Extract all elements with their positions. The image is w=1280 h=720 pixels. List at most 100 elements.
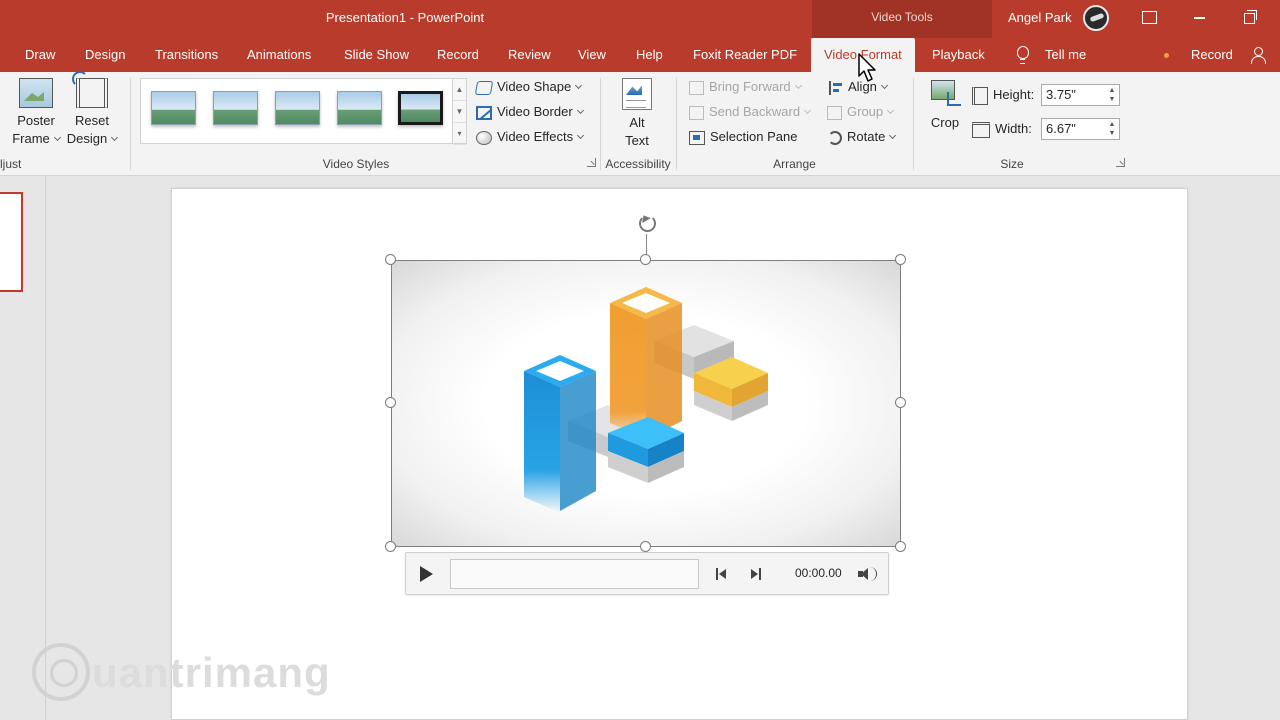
tab-help[interactable]: Help	[636, 38, 663, 72]
group-label-arrange: Arrange	[773, 157, 816, 171]
chevron-down-icon	[887, 106, 895, 115]
ribbon-display-options-icon[interactable]	[1141, 9, 1157, 25]
resize-handle-bottom-right[interactable]	[895, 541, 906, 552]
slide-thumbnail[interactable]	[0, 192, 23, 292]
corner-mark-icon: 2	[887, 263, 896, 280]
watermark-text: uantrimang	[92, 649, 331, 696]
title-bar: Presentation1 - PowerPoint Video Tools A…	[0, 0, 1280, 38]
gallery-down-icon[interactable]: ▼	[453, 101, 466, 123]
group-button[interactable]: Group	[827, 102, 895, 122]
spinner-arrows-icon[interactable]: ▲ ▼	[1107, 120, 1117, 138]
tab-design[interactable]: Design	[85, 38, 125, 72]
tab-review[interactable]: Review	[508, 38, 551, 72]
restore-icon[interactable]	[1242, 9, 1258, 25]
dialog-launcher-icon[interactable]	[1116, 158, 1125, 167]
height-label: Height:	[972, 85, 1034, 105]
video-border-button[interactable]: Video Border	[476, 102, 584, 122]
resize-handle-bottom-left[interactable]	[385, 541, 396, 552]
video-style-thumb[interactable]	[275, 91, 320, 125]
resize-handle-right[interactable]	[895, 397, 906, 408]
crop-button[interactable]: Crop	[924, 78, 966, 132]
group-label-adjust: ljust	[0, 157, 22, 171]
resize-handle-top-left[interactable]	[385, 254, 396, 265]
dialog-launcher-icon[interactable]	[587, 158, 596, 167]
bring-forward-button[interactable]: Bring Forward	[689, 77, 802, 97]
video-style-thumb[interactable]	[151, 91, 196, 125]
width-icon	[972, 121, 990, 138]
group-label-video-styles: Video Styles	[322, 157, 390, 171]
height-spinner[interactable]: 3.75" ▲ ▼	[1041, 84, 1120, 106]
selection-pane-button[interactable]: Selection Pane	[689, 127, 797, 147]
video-style-thumb[interactable]	[398, 91, 443, 125]
ribbon: Poster Frame Reset Design ljust ▲ ▼ ▾ Vi…	[0, 71, 1280, 176]
tab-view[interactable]: View	[578, 38, 606, 72]
play-icon[interactable]	[420, 566, 433, 582]
rotate-icon	[828, 130, 842, 145]
time-display: 00:00.00	[795, 566, 842, 580]
group-label-size: Size	[1000, 157, 1024, 171]
send-backward-button[interactable]: Send Backward	[689, 102, 812, 122]
video-border-icon	[476, 105, 492, 120]
alt-text-button[interactable]: Alt Text	[612, 78, 662, 150]
height-icon	[972, 86, 988, 105]
gallery-up-icon[interactable]: ▲	[453, 79, 466, 101]
rotate-handle-icon[interactable]	[636, 212, 658, 234]
watermark-logo-icon	[32, 643, 90, 701]
lightbulb-icon[interactable]	[1016, 46, 1030, 64]
resize-handle-bottom[interactable]	[640, 541, 651, 552]
tab-animations[interactable]: Animations	[247, 38, 311, 72]
width-label: Width:	[972, 119, 1032, 139]
group-separator	[130, 78, 131, 170]
reset-design-button[interactable]: Reset Design	[64, 71, 120, 148]
video-effects-button[interactable]: Video Effects	[476, 127, 585, 147]
resize-handle-top[interactable]	[640, 254, 651, 265]
video-frame[interactable]: 2	[391, 260, 901, 547]
tab-draw[interactable]: Draw	[25, 38, 55, 72]
alt-text-icon	[622, 78, 652, 110]
gallery-more-icon[interactable]: ▾	[453, 123, 466, 145]
record-button[interactable]: Record	[1191, 38, 1233, 72]
poster-frame-button[interactable]: Poster Frame	[8, 78, 64, 148]
send-backward-icon	[689, 105, 704, 120]
resize-handle-top-right[interactable]	[895, 254, 906, 265]
seek-bar[interactable]	[450, 559, 699, 589]
skip-forward-icon[interactable]	[751, 568, 761, 580]
align-icon	[829, 80, 843, 95]
selection-pane-icon	[689, 130, 705, 145]
poster-frame-icon	[19, 78, 53, 108]
tab-slide-show[interactable]: Slide Show	[344, 38, 409, 72]
chevron-down-icon	[53, 133, 61, 142]
tab-transitions[interactable]: Transitions	[155, 38, 218, 72]
tab-foxit-reader-pdf[interactable]: Foxit Reader PDF	[693, 38, 797, 72]
video-styles-gallery	[140, 78, 453, 144]
video-effects-icon	[476, 130, 492, 145]
chevron-down-icon	[889, 131, 897, 140]
video-shape-icon	[474, 80, 494, 95]
skip-back-icon[interactable]	[716, 568, 726, 580]
spinner-arrows-icon[interactable]: ▲ ▼	[1107, 86, 1117, 104]
user-name[interactable]: Angel Park	[1008, 10, 1072, 25]
share-person-icon[interactable]	[1250, 47, 1266, 64]
chevron-down-icon	[576, 106, 584, 115]
video-shape-button[interactable]: Video Shape	[474, 77, 583, 97]
context-tab-group-label: Video Tools	[812, 0, 992, 38]
bring-forward-icon	[689, 80, 704, 95]
video-style-thumb[interactable]	[213, 91, 258, 125]
reset-design-icon	[72, 71, 108, 108]
rotate-button[interactable]: Rotate	[828, 127, 897, 147]
group-label-accessibility: Accessibility	[605, 157, 671, 171]
tab-record[interactable]: Record	[437, 38, 479, 72]
video-style-thumb[interactable]	[337, 91, 382, 125]
resize-handle-left[interactable]	[385, 397, 396, 408]
media-controls: 00:00.00	[405, 552, 889, 595]
mouse-cursor-icon	[858, 53, 876, 82]
avatar[interactable]	[1083, 5, 1109, 31]
chevron-down-icon	[575, 81, 583, 90]
width-spinner[interactable]: 6.67" ▲ ▼	[1041, 118, 1120, 140]
tab-playback[interactable]: Playback	[932, 38, 985, 72]
tell-me-search[interactable]: Tell me	[1045, 38, 1086, 72]
minimize-icon[interactable]	[1192, 9, 1208, 25]
chevron-down-icon	[794, 81, 802, 90]
chevron-down-icon	[577, 131, 585, 140]
group-icon	[827, 105, 842, 120]
